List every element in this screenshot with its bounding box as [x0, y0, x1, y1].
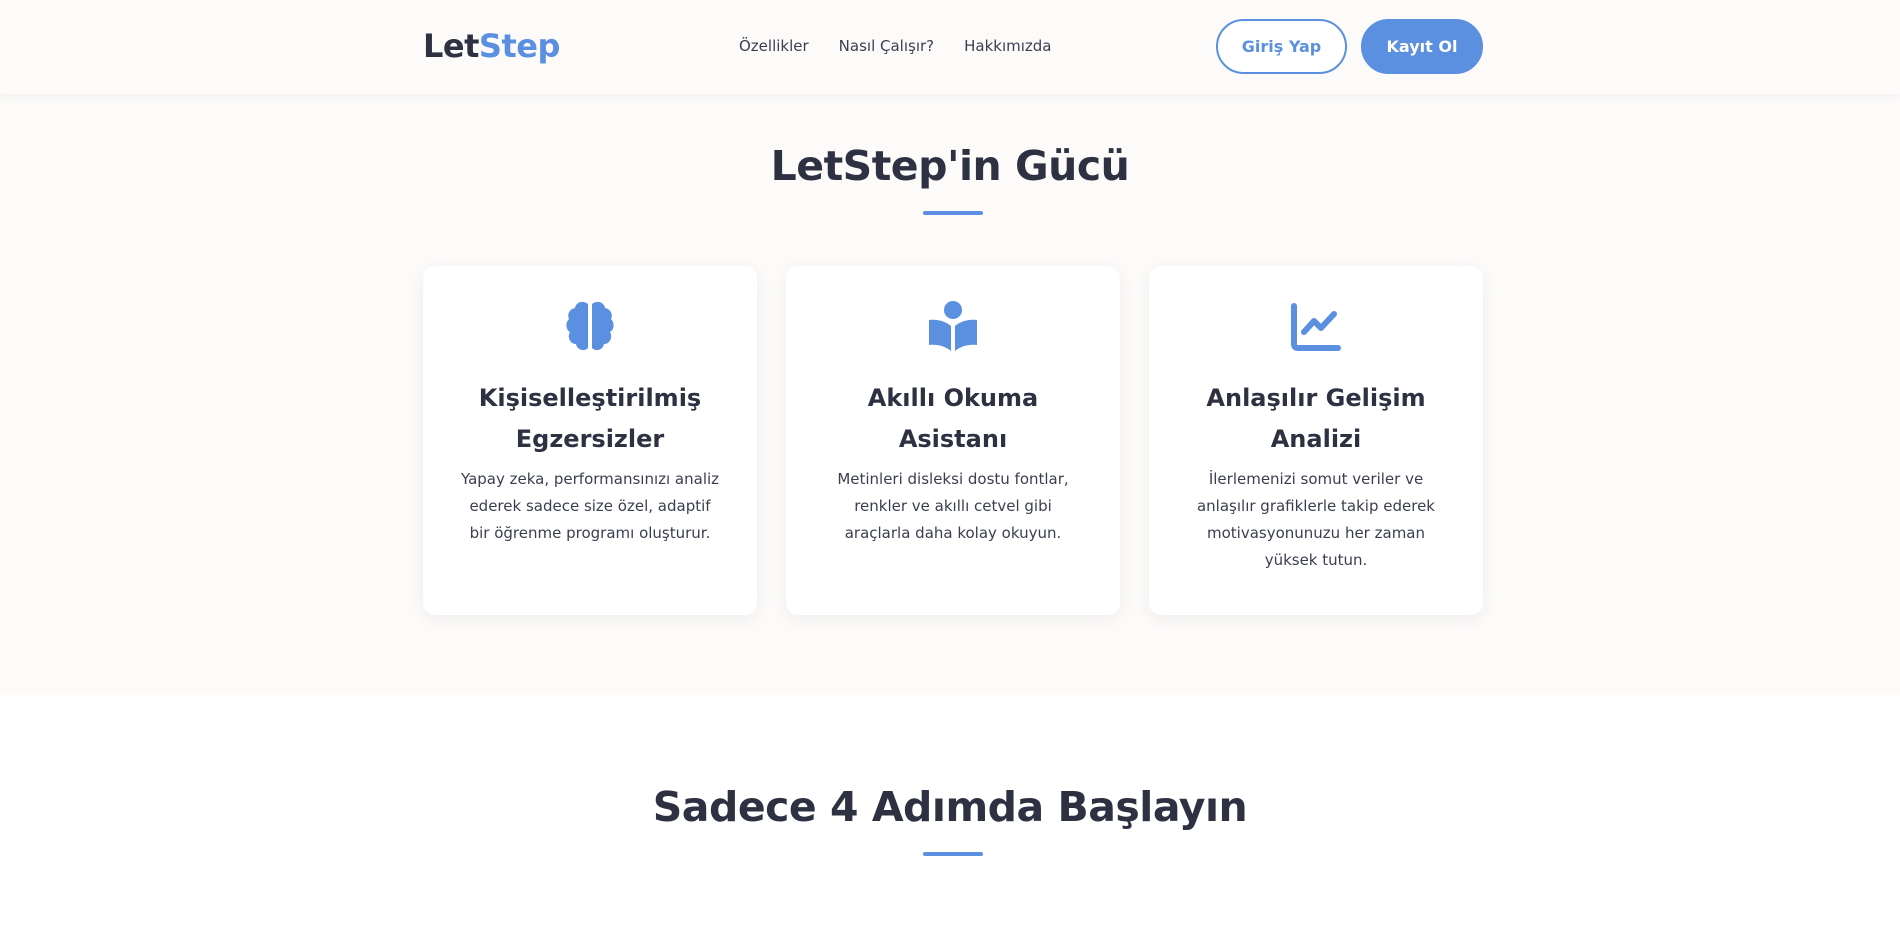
features-title: LetStep'in Gücü: [770, 142, 1130, 190]
feature-card-reading-assistant: Akıllı Okuma Asistanı Metinleri disleksi…: [786, 266, 1120, 615]
feature-card-title-line2: Asistanı: [898, 425, 1008, 453]
nav-link-features[interactable]: Özellikler: [739, 34, 809, 58]
register-button[interactable]: Kayıt Ol: [1361, 19, 1483, 74]
feature-card-text: Metinleri disleksi dostu fontlar, renkle…: [837, 470, 1069, 542]
brain-icon: [423, 300, 757, 352]
feature-card-title-line1: Kişiselleştirilmiş: [478, 384, 702, 412]
feature-card-title-line1: Akıllı Okuma: [867, 384, 1039, 412]
book-reader-icon: [786, 300, 1120, 352]
site-header: LetStep Özellikler Nasıl Çalışır? Hakkım…: [0, 0, 1900, 94]
nav-link-how-it-works[interactable]: Nasıl Çalışır?: [839, 34, 934, 58]
brand-logo-part1: Let: [423, 27, 479, 65]
features-title-underline: [923, 211, 983, 215]
brand-logo-part2: Step: [478, 27, 560, 65]
feature-card-personalized: Kişiselleştirilmiş Egzersizler Yapay zek…: [423, 266, 757, 615]
feature-card-title-line2: Analizi: [1270, 425, 1362, 453]
feature-card-title-line2: Egzersizler: [515, 425, 665, 453]
nav-link-about[interactable]: Hakkımızda: [964, 34, 1051, 58]
chart-line-icon: [1149, 300, 1483, 352]
feature-card-progress-analysis: Anlaşılır Gelişim Analizi İlerlemenizi s…: [1149, 266, 1483, 615]
feature-card-title: Anlaşılır Gelişim Analizi: [1169, 378, 1463, 460]
login-button[interactable]: Giriş Yap: [1216, 19, 1347, 74]
feature-card-text: Yapay zeka, performansınızı analiz edere…: [460, 470, 720, 542]
feature-card-title: Akıllı Okuma Asistanı: [806, 378, 1100, 460]
feature-card-title: Kişiselleştirilmiş Egzersizler: [443, 378, 737, 460]
steps-section: Sadece 4 Adımda Başlayın: [0, 695, 1900, 937]
steps-title-underline: [923, 852, 983, 856]
feature-card-title-line1: Anlaşılır Gelişim: [1206, 384, 1426, 412]
brand-logo[interactable]: LetStep: [423, 26, 560, 66]
main-nav: Özellikler Nasıl Çalışır? Hakkımızda: [739, 34, 1052, 58]
feature-card-text: İlerlemenizi somut veriler ve anlaşılır …: [1196, 470, 1435, 569]
steps-title: Sadece 4 Adımda Başlayın: [652, 783, 1248, 831]
features-section: LetStep'in Gücü Kişiselleştirilmiş Egzer…: [0, 94, 1900, 695]
